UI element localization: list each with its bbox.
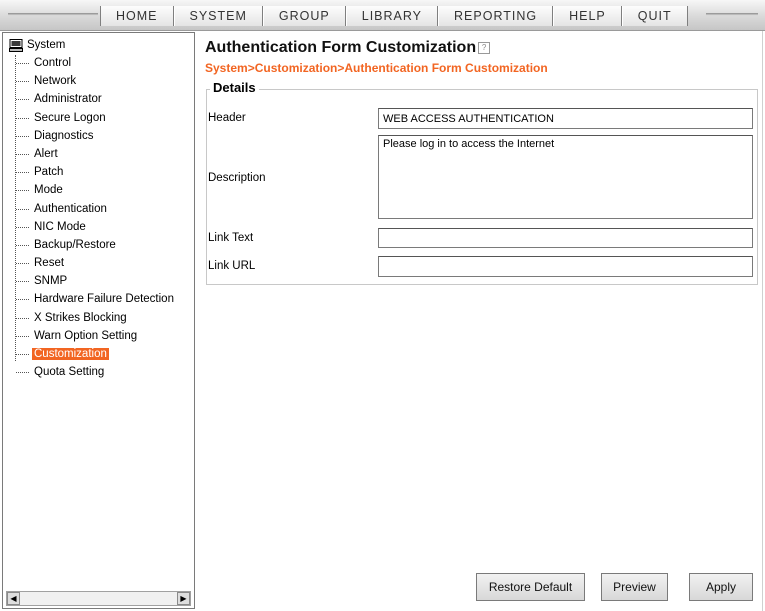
sidebar-item-label: Customization	[32, 348, 109, 360]
sidebar-item-label: Control	[34, 57, 72, 69]
sidebar-item-customization[interactable]: Customization	[3, 346, 193, 364]
sidebar-item-label: Mode	[34, 184, 63, 197]
menu-group[interactable]: GROUP	[262, 6, 346, 26]
header-label: Header	[208, 112, 246, 124]
scroll-right-icon[interactable]: ▶	[177, 592, 190, 605]
sidebar-item-network[interactable]: Network	[3, 73, 193, 91]
sidebar-item-x-strikes-blocking[interactable]: X Strikes Blocking	[3, 310, 193, 328]
main-menu: HOME SYSTEM GROUP LIBRARY REPORTING HELP…	[100, 6, 688, 26]
breadcrumb: System>Customization>Authentication Form…	[205, 61, 548, 75]
sidebar-item-control[interactable]: Control	[3, 55, 193, 73]
link-text-input[interactable]	[378, 228, 753, 248]
sidebar-item-label: Warn Option Setting	[34, 329, 138, 342]
sidebar-item-authentication[interactable]: Authentication	[3, 201, 193, 219]
sidebar-item-patch[interactable]: Patch	[3, 164, 193, 182]
tree-items: Control Network Administrator Secure Log…	[3, 55, 193, 382]
header-input[interactable]	[378, 108, 753, 129]
help-icon[interactable]: ?	[478, 42, 491, 54]
preview-button[interactable]: Preview	[601, 573, 668, 601]
menu-library[interactable]: LIBRARY	[345, 6, 439, 26]
sidebar-item-label: Patch	[34, 166, 64, 179]
sidebar-item-quota-setting[interactable]: Quota Setting	[3, 364, 193, 382]
computer-icon	[9, 38, 23, 52]
menubar-decoration-left	[8, 13, 98, 16]
scroll-left-icon[interactable]: ◀	[7, 592, 20, 605]
sidebar-item-nic-mode[interactable]: NIC Mode	[3, 219, 193, 237]
page-title: Authentication Form Customization ?	[205, 39, 491, 57]
sidebar-item-label: SNMP	[34, 275, 68, 288]
sidebar-item-label: Diagnostics	[34, 129, 94, 142]
menu-quit[interactable]: QUIT	[621, 6, 688, 26]
sidebar-item-label: Reset	[34, 257, 65, 270]
sidebar-item-label: Administrator	[34, 93, 102, 106]
description-textarea[interactable]: Please log in to access the Internet	[378, 135, 753, 219]
link-text-label: Link Text	[208, 232, 254, 244]
sidebar-item-label: Backup/Restore	[34, 238, 116, 251]
sidebar-item-snmp[interactable]: SNMP	[3, 273, 193, 291]
tree-root-system[interactable]: System	[9, 37, 65, 53]
page-title-text: Authentication Form Customization	[205, 39, 477, 56]
sidebar-item-diagnostics[interactable]: Diagnostics	[3, 128, 193, 146]
link-url-label: Link URL	[208, 260, 256, 272]
tree-root-label: System	[27, 39, 66, 51]
menu-home[interactable]: HOME	[100, 6, 174, 26]
restore-default-button[interactable]: Restore Default	[476, 573, 585, 601]
menu-reporting[interactable]: REPORTING	[438, 6, 554, 26]
sidebar-item-administrator[interactable]: Administrator	[3, 91, 193, 109]
sidebar-item-label: Quota Setting	[34, 366, 105, 379]
sidebar-tree: System Control Network Administrator Sec…	[2, 32, 195, 609]
sidebar-item-reset[interactable]: Reset	[3, 255, 193, 273]
sidebar-item-label: Hardware Failure Detection	[34, 293, 174, 306]
menu-help[interactable]: HELP	[553, 6, 622, 26]
sidebar-item-label: Secure Logon	[34, 111, 106, 124]
apply-button[interactable]: Apply	[689, 573, 753, 601]
sidebar-item-label: Alert	[34, 147, 58, 160]
sidebar-item-backup-restore[interactable]: Backup/Restore	[3, 237, 193, 255]
sidebar-item-label: X Strikes Blocking	[34, 311, 127, 324]
top-menu-bar: HOME SYSTEM GROUP LIBRARY REPORTING HELP…	[0, 0, 765, 31]
sidebar-item-alert[interactable]: Alert	[3, 146, 193, 164]
frame-divider	[762, 31, 763, 611]
sidebar-item-label: NIC Mode	[34, 220, 86, 233]
sidebar-item-label: Network	[34, 75, 77, 88]
sidebar-item-warn-option-setting[interactable]: Warn Option Setting	[3, 328, 193, 346]
link-url-input[interactable]	[378, 256, 753, 277]
sidebar-horizontal-scrollbar[interactable]: ◀ ▶	[6, 591, 191, 606]
description-label: Description	[208, 172, 266, 184]
menu-system[interactable]: SYSTEM	[173, 6, 263, 26]
sidebar-item-hardware-failure-detection[interactable]: Hardware Failure Detection	[3, 291, 193, 309]
sidebar-item-label: Authentication	[34, 202, 107, 215]
sidebar-item-secure-logon[interactable]: Secure Logon	[3, 110, 193, 128]
details-legend: Details	[210, 80, 259, 95]
menubar-decoration-right	[706, 13, 758, 16]
sidebar-item-mode[interactable]: Mode	[3, 182, 193, 200]
